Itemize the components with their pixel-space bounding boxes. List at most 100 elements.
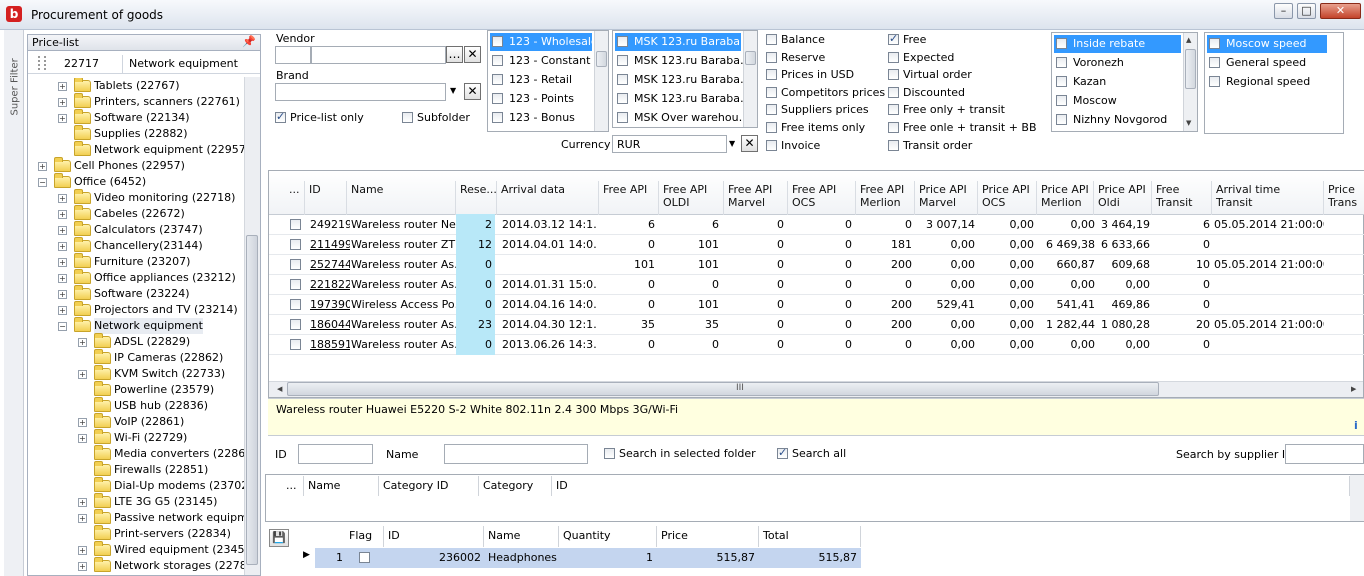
tree-toggle-icon[interactable]: + (58, 210, 67, 219)
tree-toggle-icon[interactable]: + (78, 498, 87, 507)
tree-toggle-icon[interactable]: − (58, 322, 67, 331)
warehouse-item[interactable]: MSK 123.ru Baraba… (615, 52, 751, 70)
column-header[interactable]: Name (347, 181, 456, 215)
column-header[interactable]: Free Transit (1152, 181, 1212, 215)
tree-node[interactable]: − Office (6452) (28, 173, 244, 190)
price-type-item[interactable]: 123 - Wholesale (490, 33, 598, 51)
region-item[interactable]: Inside rebate (1054, 35, 1181, 53)
category-column-header[interactable]: ... (282, 476, 304, 496)
price-type-scrollbar[interactable] (594, 31, 608, 131)
tree-toggle-icon[interactable]: + (78, 546, 87, 555)
tree-toggle-icon[interactable]: − (38, 178, 47, 187)
tree-toggle-icon[interactable]: + (58, 194, 67, 203)
search-id-input[interactable] (298, 444, 373, 464)
flag-checkbox[interactable] (888, 139, 899, 151)
tree-toggle-icon[interactable]: + (78, 562, 87, 571)
row-id[interactable]: 249219 (310, 218, 350, 234)
order-column-header[interactable]: Flag (345, 526, 384, 547)
tree-node[interactable]: + LTE 3G G5 (23145) (28, 493, 244, 510)
tree-toggle-icon[interactable]: + (78, 418, 87, 427)
region-scrollbar[interactable]: ▲ ▼ (1183, 33, 1197, 131)
grid-hscroll-thumb[interactable]: III (287, 382, 1159, 396)
row-checkbox[interactable] (290, 279, 301, 290)
price-type-item[interactable]: 123 - Bonus (490, 109, 592, 127)
vendor-browse-button[interactable]: … (446, 46, 463, 63)
speed-checkbox[interactable] (1209, 57, 1220, 68)
category-scrollbar[interactable] (1350, 475, 1364, 521)
order-column-header[interactable]: Name (484, 526, 559, 547)
minimize-button[interactable]: – (1274, 3, 1293, 19)
brand-select[interactable] (275, 83, 446, 101)
column-header[interactable]: Price API Merlion (1037, 181, 1094, 215)
warehouse-scrollbar[interactable] (743, 31, 757, 127)
flag-checkbox[interactable] (888, 51, 899, 63)
tree-node[interactable]: + Office appliances (23212) (28, 269, 244, 286)
row-id[interactable]: 186044 (310, 318, 350, 334)
price-type-item[interactable]: 123 - Points (490, 90, 592, 108)
warehouse-item[interactable]: MSK 123.ru Baraba… (615, 33, 751, 51)
row-checkbox[interactable] (290, 239, 301, 250)
column-header[interactable]: ID (305, 181, 347, 215)
vendor-input[interactable] (311, 46, 446, 64)
maximize-button[interactable]: □ (1297, 3, 1316, 19)
flag-checkbox[interactable] (888, 32, 899, 45)
column-header[interactable]: Free API Merlion (856, 181, 915, 215)
chevron-down-icon[interactable]: ▼ (729, 139, 735, 148)
row-checkbox[interactable] (290, 219, 301, 230)
chevron-down-icon[interactable]: ▼ (450, 86, 456, 95)
tree-node[interactable]: + Projectors and TV (23214) (28, 301, 244, 318)
price-list-row[interactable]: 22717 Network equipment (28, 53, 260, 74)
region-checkbox[interactable] (1056, 57, 1067, 68)
tree-node[interactable]: + Wired equipment (23458) (28, 541, 244, 558)
tree-toggle-icon[interactable]: + (58, 258, 67, 267)
tree-node[interactable]: − Network equipment (28, 317, 244, 334)
speed-item[interactable]: Regional speed (1207, 73, 1327, 91)
tree-node[interactable]: + Cabeles (22672) (28, 205, 244, 222)
speed-checkbox[interactable] (1209, 38, 1220, 49)
warehouse-item[interactable]: MSK 123.ru Baraba… (615, 71, 751, 89)
category-column-header[interactable]: Category (479, 476, 552, 496)
region-checkbox[interactable] (1056, 76, 1067, 87)
column-header[interactable]: Price Trans (1324, 181, 1364, 215)
flag-checkbox[interactable] (888, 122, 899, 133)
tree-node[interactable]: + Passive network equipmen (28, 509, 244, 526)
flag-checkbox[interactable] (766, 51, 777, 63)
flag-checkbox[interactable] (888, 69, 899, 81)
row-checkbox[interactable] (290, 339, 301, 350)
region-item[interactable]: Kazan (1054, 73, 1181, 91)
close-button[interactable]: ✕ (1320, 3, 1361, 19)
tree-node[interactable]: + Calculators (23747) (28, 221, 244, 238)
row-id[interactable]: 211499 (310, 238, 350, 254)
column-header[interactable]: Free API (599, 181, 659, 215)
region-item[interactable]: Nizhny Novgorod (1054, 111, 1181, 129)
flag-checkbox[interactable] (888, 86, 899, 98)
tree-node[interactable]: Powerline (23579) (28, 381, 244, 398)
tree-node[interactable]: Print-servers (22834) (28, 525, 244, 542)
tree-scroll-thumb[interactable] (246, 235, 258, 565)
region-list[interactable]: Inside rebate Voronezh Kazan Moscow Nizhny N… (1051, 32, 1198, 132)
tree-toggle-icon[interactable]: + (58, 274, 67, 283)
table-row[interactable]: 252744 Wareless router As… 0 101 101 0 0 200 0,0… (269, 254, 1364, 275)
super-filter-bar[interactable]: Super Filter (4, 30, 24, 576)
category-column-header[interactable]: Category ID (379, 476, 479, 496)
warehouse-checkbox[interactable] (617, 112, 628, 123)
tree-node[interactable]: + Software (22134) (28, 109, 244, 126)
speed-list[interactable]: Moscow speed General speed Regional speed (1204, 32, 1344, 134)
tree-node[interactable]: USB hub (22836) (28, 397, 244, 414)
tree-node[interactable]: + ADSL (22829) (28, 333, 244, 350)
scroll-right-arrow[interactable]: ▶ (1351, 385, 1356, 393)
pin-icon[interactable]: 📌 (242, 35, 256, 48)
search-name-input[interactable] (444, 444, 588, 464)
column-header[interactable]: Price API OCS (978, 181, 1037, 215)
column-header[interactable]: Free API OCS (788, 181, 856, 215)
order-column-header[interactable]: Total (759, 526, 861, 547)
warehouse-checkbox[interactable] (617, 36, 628, 47)
price-list-only-checkbox[interactable] (275, 110, 286, 123)
tree-node[interactable]: + KVM Switch (22733) (28, 365, 244, 382)
flag-checkbox[interactable] (766, 104, 777, 116)
speed-item[interactable]: Moscow speed (1207, 35, 1327, 53)
tree-toggle-icon[interactable]: + (78, 370, 87, 379)
column-header[interactable]: Free API OLDI (659, 181, 724, 215)
speed-checkbox[interactable] (1209, 76, 1220, 87)
price-type-list[interactable]: 123 - Wholesale 123 - Constant 123 - Retai… (487, 30, 609, 132)
